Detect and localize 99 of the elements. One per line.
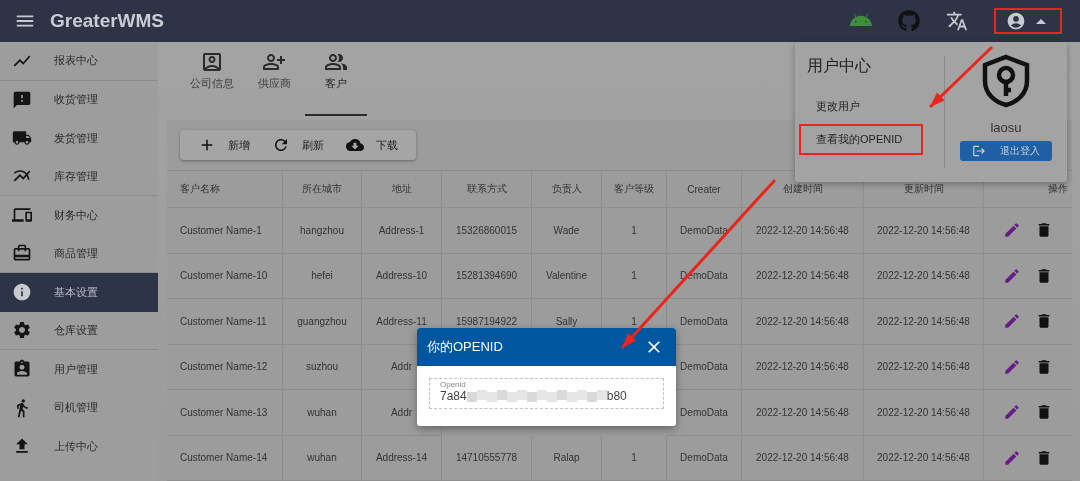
table-cell: DemoData xyxy=(680,224,728,236)
column-header: 更新时间 xyxy=(903,182,944,196)
column-header: 联系方式 xyxy=(466,182,507,196)
openid-field[interactable]: Openid 7a84 b80 xyxy=(429,378,664,409)
column-header: 操作 xyxy=(1048,182,1068,196)
table-cell: Customer Name-12 xyxy=(180,361,268,373)
shield-key-icon xyxy=(980,54,1032,108)
username: laosu xyxy=(990,120,1022,135)
table-cell: Customer Name-13 xyxy=(180,406,268,418)
add-button[interactable]: 新增 xyxy=(190,131,258,159)
table-cell: 14710555778 xyxy=(455,452,518,464)
table-cell: wuhan xyxy=(307,452,337,464)
column-header: Creater xyxy=(687,183,721,195)
user-menu-button[interactable] xyxy=(994,8,1062,34)
table-cell: 2022-12-20 14:56:48 xyxy=(756,315,849,327)
table-cell: DemoData xyxy=(680,452,728,464)
table-cell: Customer Name-1 xyxy=(180,224,262,236)
table-cell: 2022-12-20 14:56:48 xyxy=(877,315,970,327)
table-cell: Addr xyxy=(390,361,413,373)
menu-item[interactable]: 更改用户 xyxy=(799,91,923,122)
table-cell: Addr xyxy=(390,406,413,418)
table-cell: DemoData xyxy=(680,406,728,418)
logout-icon xyxy=(972,144,986,158)
caret-icon xyxy=(1036,18,1046,24)
column-header: 所在城市 xyxy=(302,182,342,196)
tab[interactable]: 客户 xyxy=(305,50,367,116)
table-cell: DemoData xyxy=(680,315,728,327)
table-cell: 15281394690 xyxy=(455,270,518,282)
tab[interactable]: 公司信息 xyxy=(181,50,243,116)
sidebar-item[interactable]: 司机管理 xyxy=(0,388,158,427)
cloud-download-icon xyxy=(346,136,364,154)
refresh-icon xyxy=(272,136,290,154)
column-header: 地址 xyxy=(391,182,412,196)
table-cell: Address-14 xyxy=(375,452,428,464)
table-cell: 1 xyxy=(631,224,637,236)
edit-icon[interactable] xyxy=(1003,357,1021,376)
sidebar-item[interactable]: 上传中心 xyxy=(0,427,158,466)
table-cell: 2022-12-20 14:56:48 xyxy=(877,224,970,236)
sidebar-item[interactable]: 发货管理 xyxy=(0,119,158,158)
account-icon xyxy=(1006,11,1026,31)
table-cell: Customer Name-10 xyxy=(180,270,268,282)
table-cell: 2022-12-20 14:56:48 xyxy=(877,452,970,464)
gear-icon xyxy=(12,320,32,341)
table-cell: 1 xyxy=(631,315,637,327)
table-cell: 15326860015 xyxy=(455,224,518,236)
edit-icon[interactable] xyxy=(1003,312,1021,331)
briefcase-icon xyxy=(12,243,32,264)
message-icon xyxy=(12,89,32,110)
table-cell: Address-1 xyxy=(378,224,425,236)
download-button[interactable]: 下载 xyxy=(338,131,406,159)
annotation-arrow xyxy=(928,45,994,109)
table-cell: hangzhou xyxy=(300,224,344,236)
table-cell: wuhan xyxy=(307,406,337,418)
table-cell: 2022-12-20 14:56:48 xyxy=(877,270,970,282)
table-cell: 1 xyxy=(631,452,637,464)
column-header: 客户名称 xyxy=(180,182,220,196)
sidebar-item[interactable]: 基本设置 xyxy=(0,273,158,312)
table-cell: 2022-12-20 14:56:48 xyxy=(756,361,849,373)
table-cell: DemoData xyxy=(680,361,728,373)
table-cell: Ralap xyxy=(553,452,580,464)
table-cell: 2022-12-20 14:56:48 xyxy=(756,452,849,464)
table-cell: guangzhou xyxy=(297,315,347,327)
table-cell: Customer Name-11 xyxy=(180,315,267,327)
table-cell: 2022-12-20 14:56:48 xyxy=(877,406,970,418)
table-cell: 15987194922 xyxy=(455,315,518,327)
tab[interactable]: 供应商 xyxy=(243,50,305,116)
table-cell: Address-11 xyxy=(376,315,427,327)
logout-button[interactable]: 退出登入 xyxy=(960,141,1052,161)
menu-item[interactable]: 查看我的OPENID xyxy=(799,124,923,155)
table-cell: Valentine xyxy=(546,270,587,282)
portrait-icon xyxy=(200,50,224,74)
table-cell: Sally xyxy=(555,315,578,327)
edit-icon[interactable] xyxy=(1003,221,1021,240)
table-cell: Customer Name-14 xyxy=(180,452,268,464)
table-cell: Wade xyxy=(553,224,580,236)
app-title: GreaterWMS xyxy=(50,10,165,32)
edit-icon[interactable] xyxy=(1003,403,1021,422)
dialog-title: 你的OPENID xyxy=(427,338,503,356)
menu-title: 用户中心 xyxy=(807,56,872,76)
table-cell: suzhou xyxy=(305,361,339,373)
column-header: 客户等级 xyxy=(614,182,654,196)
table-cell: Address-10 xyxy=(375,270,428,282)
table-cell: 2022-12-20 14:56:48 xyxy=(877,361,970,373)
table-cell: 1 xyxy=(631,270,637,282)
table-cell: 2022-12-20 14:56:48 xyxy=(756,224,849,236)
table-cell: 2022-12-20 14:56:48 xyxy=(756,270,849,282)
table-cell: 2022-12-20 14:56:48 xyxy=(756,406,849,418)
edit-icon[interactable] xyxy=(1003,448,1021,467)
edit-icon[interactable] xyxy=(1003,266,1021,285)
sidebar-item[interactable]: 用户管理 xyxy=(0,350,158,389)
badge-icon xyxy=(12,359,32,380)
column-header: 负责人 xyxy=(551,182,582,196)
table-cell: hefei xyxy=(311,270,333,282)
info-icon xyxy=(12,282,32,303)
sidebar-item[interactable]: 财务中心 xyxy=(0,196,158,235)
translate-icon[interactable] xyxy=(946,10,968,32)
refresh-button[interactable]: 刷新 xyxy=(264,131,332,159)
sidebar-item[interactable]: 收货管理 xyxy=(0,80,158,119)
column-header: 创建时间 xyxy=(782,182,823,196)
